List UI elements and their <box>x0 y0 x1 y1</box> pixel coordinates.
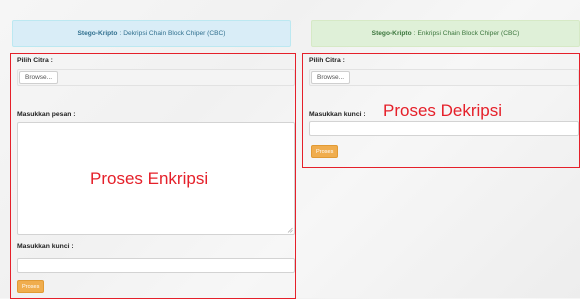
header-right-subtitle: Enkripsi Chain Block Chiper (CBC) <box>417 30 520 37</box>
header-left-brand: Stego-Kripto <box>77 30 118 37</box>
pilih-citra-label-dekripsi: Pilih Citra : <box>309 57 345 64</box>
kunci-input-enkripsi[interactable] <box>17 258 295 273</box>
proses-button-dekripsi[interactable]: Proses <box>311 145 339 158</box>
header-left-panel: Stego-Kripto : Dekripsi Chain Block Chip… <box>12 20 291 47</box>
annotation-proses-enkripsi: Proses Enkripsi <box>90 169 209 188</box>
header-right-brand: Stego-Kripto <box>371 30 412 37</box>
header-right-panel: Stego-Kripto : Enkripsi Chain Block Chip… <box>311 20 580 47</box>
header-right-separator: : <box>413 30 416 37</box>
pesan-label: Masukkan pesan : <box>17 111 76 118</box>
resize-grip-icon[interactable] <box>287 227 293 233</box>
kunci-label-dekripsi: Masukkan kunci : <box>309 111 366 118</box>
file-input-enkripsi[interactable]: Browse... <box>17 69 295 86</box>
file-input-dekripsi[interactable]: Browse... <box>309 69 579 86</box>
proses-button-enkripsi[interactable]: Proses <box>17 280 45 293</box>
header-left-subtitle: Dekripsi Chain Block Chiper (CBC) <box>123 30 226 37</box>
pilih-citra-label: Pilih Citra : <box>17 57 53 64</box>
kunci-input-dekripsi[interactable] <box>309 121 579 136</box>
browse-button-dekripsi[interactable]: Browse... <box>311 71 351 84</box>
browse-button-enkripsi[interactable]: Browse... <box>19 71 59 84</box>
annotation-proses-dekripsi: Proses Dekripsi <box>383 101 503 120</box>
kunci-label-enkripsi: Masukkan kunci : <box>17 243 74 250</box>
header-left-separator: : <box>119 30 122 37</box>
